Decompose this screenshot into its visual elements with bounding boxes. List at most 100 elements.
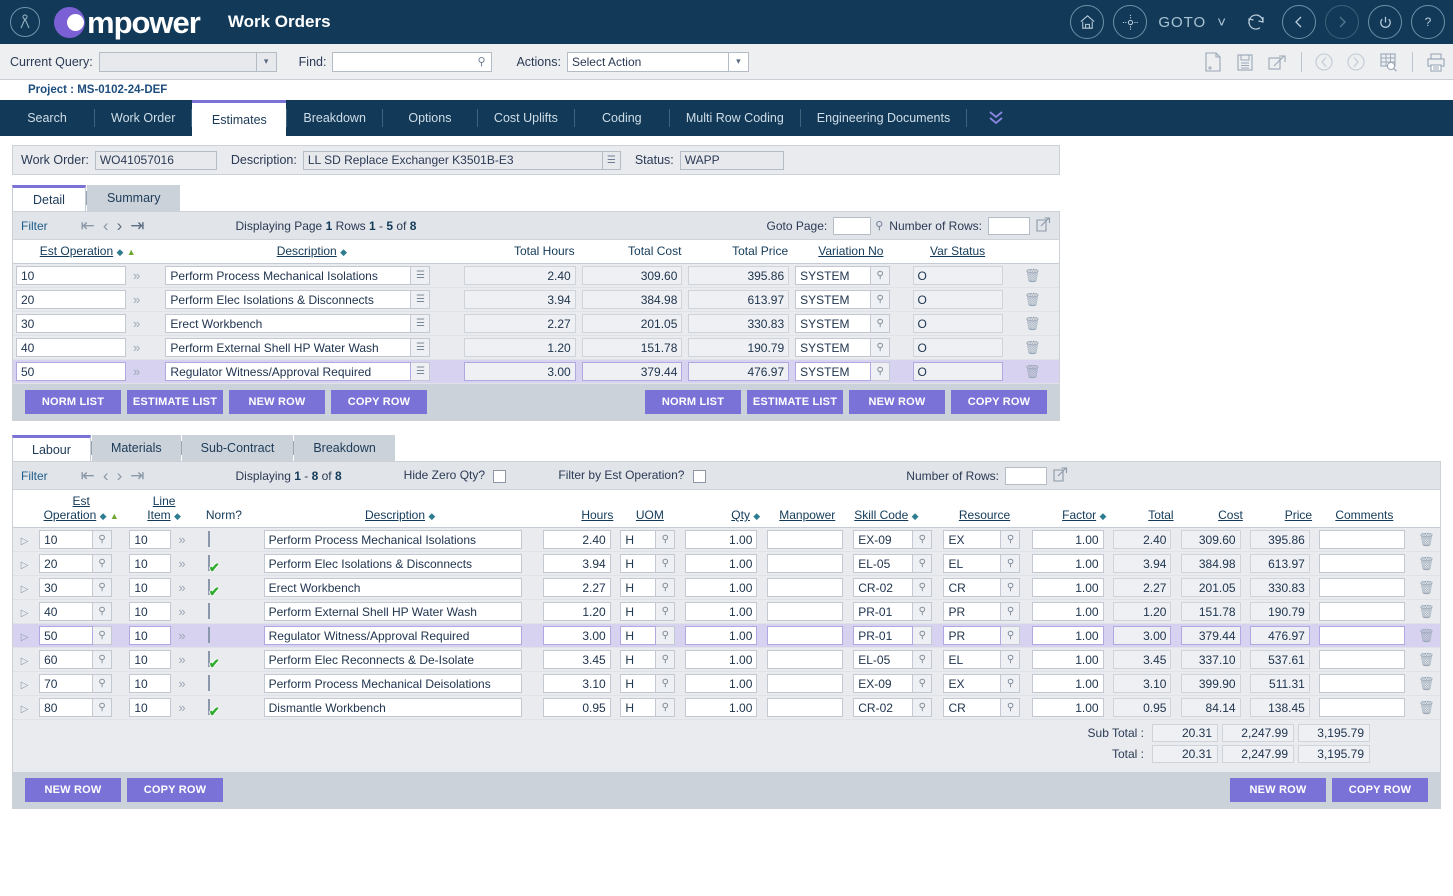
manpower-input[interactable] [767, 578, 843, 597]
factor-input[interactable]: 1.00 [1032, 554, 1104, 573]
table-row[interactable]: 20»Perform Elec Isolations & Disconnects… [13, 288, 1059, 312]
grid-icon[interactable] [208, 532, 223, 547]
expand-chevrons-icon[interactable]: » [171, 628, 192, 643]
note-icon[interactable]: ☰ [411, 362, 430, 381]
skill-code-input[interactable]: EL-05 [853, 650, 913, 669]
cell-variation-no[interactable]: SYSTEM⚲ [792, 336, 909, 360]
manpower-input[interactable] [767, 698, 843, 717]
description-input[interactable]: Perform External Shell HP Water Wash [165, 338, 411, 357]
cell-description[interactable]: Perform Process Mechanical Isolations [261, 528, 540, 552]
note-icon[interactable]: ☰ [411, 266, 430, 285]
cell-factor[interactable]: 1.00 [1029, 696, 1111, 720]
col-qty[interactable]: Qty ◆ [682, 490, 764, 528]
lookup-icon[interactable]: ⚲ [871, 266, 890, 285]
cell-hours[interactable]: 3.94 [540, 552, 618, 576]
cell-delete[interactable]: 🗑 [1413, 528, 1440, 552]
cell-norm[interactable] [202, 672, 261, 696]
note-icon[interactable]: ☰ [411, 314, 430, 333]
description-input[interactable]: Perform External Shell HP Water Wash [264, 602, 522, 621]
line-item-input[interactable]: 10 [129, 626, 171, 645]
lookup-icon[interactable]: ⚲ [656, 578, 675, 597]
factor-input[interactable]: 1.00 [1032, 674, 1104, 693]
cell-manpower[interactable] [764, 552, 850, 576]
cell-line-item[interactable]: 10» [126, 600, 202, 624]
comments-input[interactable] [1319, 626, 1405, 645]
variation-no-input[interactable]: SYSTEM [795, 314, 871, 333]
last-page-icon[interactable]: ⇥ [127, 467, 147, 484]
table-row[interactable]: ▷10⚲10»Perform Process Mechanical Isolat… [13, 528, 1440, 552]
factor-input[interactable]: 1.00 [1032, 578, 1104, 597]
print-icon[interactable] [1425, 52, 1447, 73]
cell-resource[interactable]: CR⚲ [940, 696, 1028, 720]
col-variation-no[interactable]: Variation No [792, 240, 909, 264]
expand-row-icon[interactable]: ▷ [21, 632, 29, 643]
uom-input[interactable]: H [620, 530, 656, 549]
uom-input[interactable]: H [620, 650, 656, 669]
delete-row-icon[interactable]: 🗑 [1418, 604, 1435, 619]
resource-input[interactable]: PR [943, 602, 1001, 621]
table-row[interactable]: ▷50⚲10»Regulator Witness/Approval Requir… [13, 624, 1440, 648]
est-operation-input[interactable]: 40 [39, 602, 93, 621]
col-total[interactable]: Total [1110, 490, 1177, 528]
comments-input[interactable] [1319, 578, 1405, 597]
help-icon[interactable]: ? [1411, 5, 1445, 39]
cell-comments[interactable] [1316, 576, 1413, 600]
tab-work-order[interactable]: Work Order [95, 100, 191, 136]
qty-input[interactable]: 1.00 [685, 674, 757, 693]
tab-multi-row-coding[interactable]: Multi Row Coding [670, 100, 800, 136]
comments-input[interactable] [1319, 602, 1405, 621]
cell-est-operation[interactable]: 70⚲ [36, 672, 126, 696]
lookup-icon[interactable]: ⚲ [871, 314, 890, 333]
line-item-input[interactable]: 10 [129, 578, 171, 597]
delete-row-icon[interactable]: 🗑 [1024, 292, 1041, 307]
delete-row-icon[interactable]: 🗑 [1418, 532, 1435, 547]
col-uom[interactable]: UOM [617, 490, 682, 528]
cell-uom[interactable]: H⚲ [617, 552, 682, 576]
cell-expand[interactable]: ▷ [13, 624, 36, 648]
cell-est-operation[interactable]: 40» [13, 336, 162, 360]
table-row[interactable]: 50»Regulator Witness/Approval Required☰3… [13, 360, 1059, 384]
cell-est-operation[interactable]: 80⚲ [36, 696, 126, 720]
hours-input[interactable]: 2.40 [543, 530, 611, 549]
grid-icon[interactable] [208, 676, 223, 691]
qty-input[interactable]: 1.00 [685, 554, 757, 573]
expand-chevrons-icon[interactable]: » [126, 364, 147, 379]
cell-comments[interactable] [1316, 552, 1413, 576]
new-row-button-right[interactable]: NEW ROW [849, 390, 945, 414]
cell-delete[interactable]: 🗑 [1413, 696, 1440, 720]
expand-row-icon[interactable]: ▷ [21, 656, 29, 667]
cell-description[interactable]: Perform Elec Reconnects & De-Isolate [261, 648, 540, 672]
cell-description[interactable]: Perform External Shell HP Water Wash [261, 600, 540, 624]
qty-input[interactable]: 1.00 [685, 650, 757, 669]
delete-row-icon[interactable]: 🗑 [1024, 364, 1041, 379]
power-icon[interactable] [1368, 5, 1402, 39]
col-description[interactable]: Description ◆ [261, 490, 540, 528]
table-row[interactable]: ▷20⚲10»✔Perform Elec Isolations & Discon… [13, 552, 1440, 576]
refresh-icon[interactable] [1239, 5, 1273, 39]
lookup-icon[interactable]: ⚲ [913, 578, 932, 597]
expand-row-icon[interactable]: ▷ [21, 536, 29, 547]
goto-label[interactable]: GOTO [1158, 14, 1206, 31]
cell-description[interactable]: Dismantle Workbench [261, 696, 540, 720]
hours-input[interactable]: 2.27 [543, 578, 611, 597]
cell-factor[interactable]: 1.00 [1029, 576, 1111, 600]
uom-input[interactable]: H [620, 554, 656, 573]
cell-factor[interactable]: 1.00 [1029, 552, 1111, 576]
table-row[interactable]: 40»Perform External Shell HP Water Wash☰… [13, 336, 1059, 360]
cell-expand[interactable]: ▷ [13, 672, 36, 696]
est-operation-input[interactable]: 20 [39, 554, 93, 573]
line-item-input[interactable]: 10 [129, 698, 171, 717]
manpower-input[interactable] [767, 674, 843, 693]
cell-expand[interactable]: ▷ [13, 648, 36, 672]
cell-skill-code[interactable]: EX-09⚲ [850, 528, 940, 552]
description-input[interactable]: Regulator Witness/Approval Required [165, 362, 411, 381]
cell-expand[interactable]: ▷ [13, 696, 36, 720]
cell-norm[interactable]: ✔ [202, 552, 261, 576]
next-page-icon[interactable]: › [114, 467, 126, 484]
expand-row-icon[interactable]: ▷ [21, 584, 29, 595]
cell-qty[interactable]: 1.00 [682, 528, 764, 552]
description-input[interactable]: Perform Process Mechanical Isolations [165, 266, 411, 285]
lookup-icon[interactable]: ⚲ [93, 530, 112, 549]
cell-comments[interactable] [1316, 672, 1413, 696]
cell-resource[interactable]: EX⚲ [940, 672, 1028, 696]
